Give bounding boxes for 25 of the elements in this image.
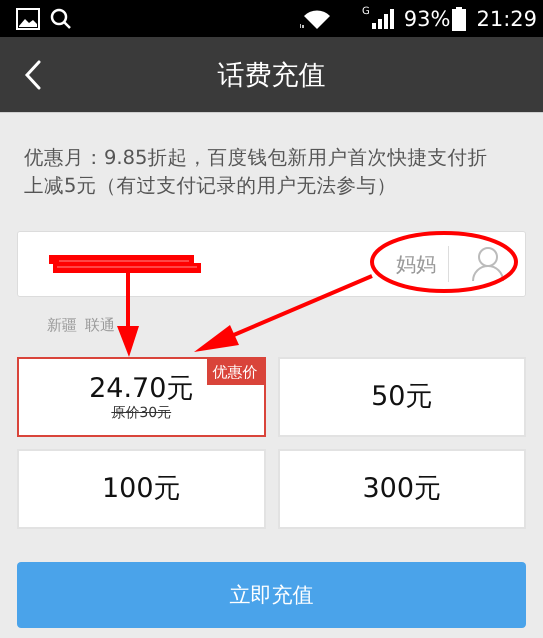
amount-label: 300元	[362, 473, 442, 505]
discount-badge: 优惠价	[206, 359, 264, 385]
person-icon[interactable]	[471, 246, 505, 282]
amount-option[interactable]: 300元	[278, 449, 526, 529]
back-icon[interactable]	[24, 60, 42, 90]
battery-icon	[452, 6, 466, 30]
contact-name: 妈妈	[396, 250, 436, 278]
promotion-notice: 上减5元（有过支付记录的用户无法参与）	[24, 173, 396, 199]
amount-option[interactable]: 24.70元 原价30元 优惠价	[17, 357, 266, 437]
original-price: 原价30元	[111, 405, 172, 421]
amount-label: 24.70元	[89, 373, 194, 405]
signal-icon	[372, 8, 394, 30]
image-icon	[16, 8, 40, 30]
search-icon	[50, 8, 72, 30]
carrier-info: 联通	[85, 316, 115, 334]
amount-option[interactable]: 50元	[278, 357, 526, 437]
promotion-notice: 优惠月：9.85折起，百度钱包新用户首次快捷支付折	[24, 145, 488, 171]
amount-label: 50元	[371, 381, 432, 413]
battery-percent: 93%	[404, 6, 450, 30]
page-title: 话费充值	[218, 60, 326, 90]
carrier-info: 新疆	[47, 316, 77, 334]
amount-option[interactable]: 100元	[17, 449, 266, 529]
clock: 21:29	[476, 6, 537, 30]
network-type: G	[362, 6, 370, 17]
amount-label: 100元	[102, 473, 181, 505]
